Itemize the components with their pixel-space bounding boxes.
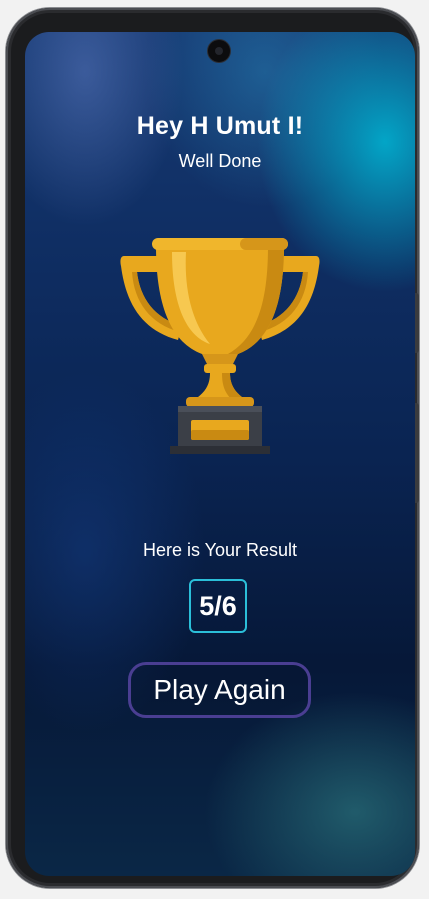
score-display: 5/6 [189,579,247,633]
phone-frame: Hey H Umut I! Well Done Here is Your Res… [6,8,419,888]
well-done-subtitle: Well Done [178,151,262,171]
result-label: Here is Your Result [142,540,298,560]
play-again-button[interactable]: Play Again [128,662,311,718]
greeting-title: Hey H Umut I! [136,112,304,140]
trophy-icon [120,238,320,454]
front-camera [208,40,230,62]
app-screen: Hey H Umut I! Well Done Here is Your Res… [25,32,415,876]
